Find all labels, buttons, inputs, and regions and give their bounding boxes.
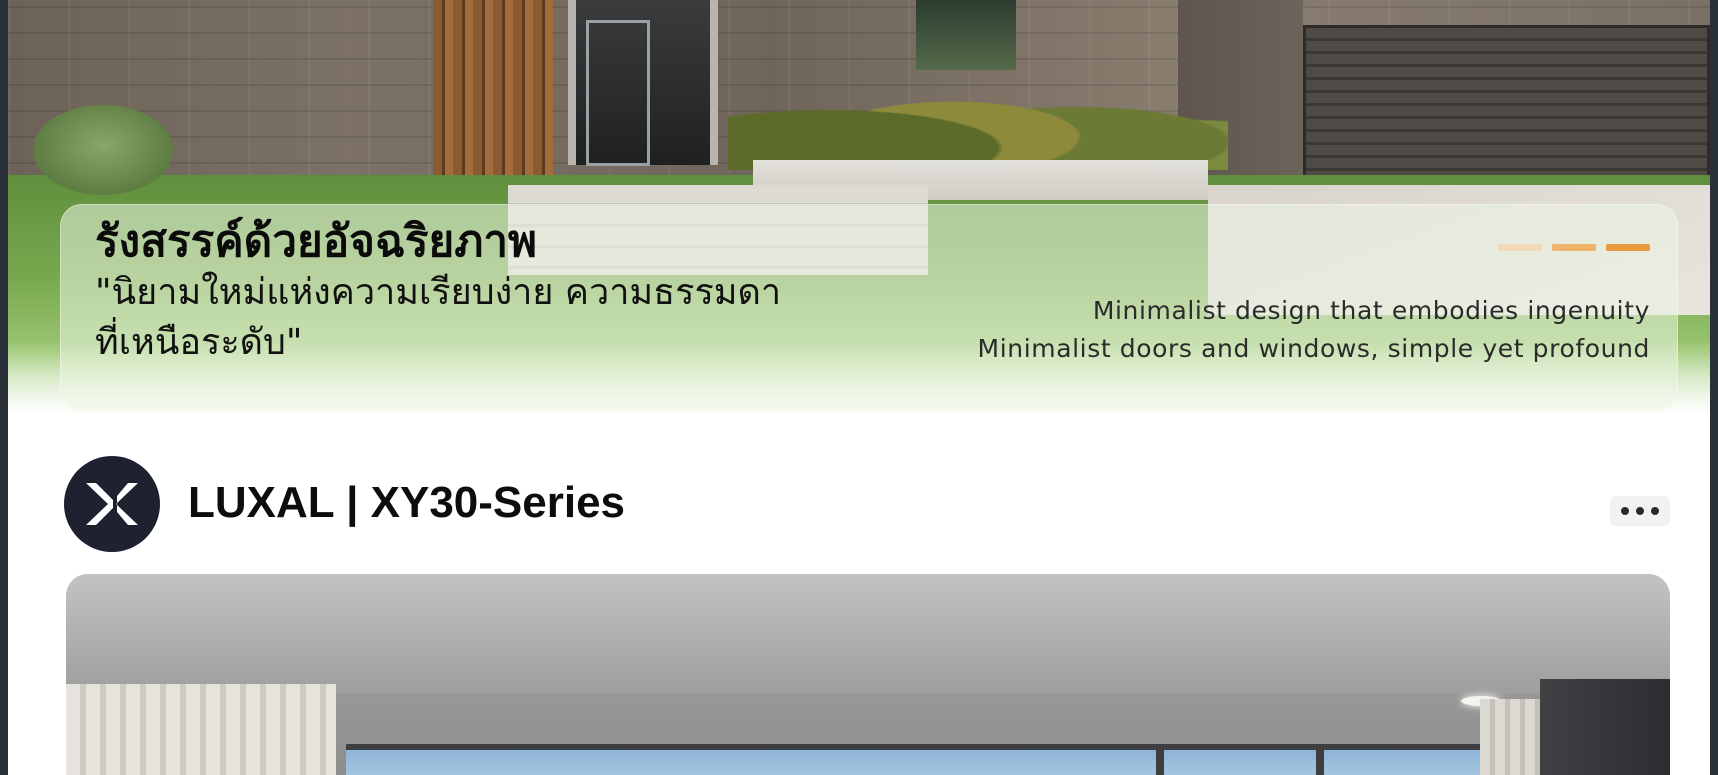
- hero-caption-card: รังสรรค์ด้วยอัจฉริยภาพ "นิยามใหม่แห่งควา…: [60, 204, 1678, 412]
- hero-tagline-1: Minimalist design that embodies ingenuit…: [1092, 296, 1650, 325]
- window-view: [346, 744, 1596, 775]
- slide-indicator: [1498, 244, 1650, 251]
- product-image[interactable]: [66, 574, 1670, 775]
- avatar[interactable]: [64, 456, 160, 552]
- more-options-button[interactable]: [1610, 496, 1670, 526]
- hero-taglines: Minimalist design that embodies ingenuit…: [978, 292, 1650, 368]
- slide-indicator-dash: [1552, 244, 1596, 251]
- hero-tagline-2: Minimalist doors and windows, simple yet…: [977, 334, 1650, 363]
- slide-indicator-dash: [1498, 244, 1542, 251]
- more-horizontal-icon: [1621, 507, 1629, 515]
- slide-indicator-dash: [1606, 244, 1650, 251]
- app-frame: รังสรรค์ด้วยอัจฉริยภาพ "นิยามใหม่แห่งควา…: [0, 0, 1718, 775]
- hero-title: รังสรรค์ด้วยอัจฉริยภาพ: [95, 216, 538, 267]
- hero-quote: "นิยามใหม่แห่งความเรียบง่าย ความธรรมดาที…: [95, 272, 782, 363]
- brand-header: LUXAL | XY30-Series: [64, 456, 1670, 554]
- x-logo-icon: [86, 483, 138, 525]
- brand-name: LUXAL | XY30-Series: [188, 478, 626, 527]
